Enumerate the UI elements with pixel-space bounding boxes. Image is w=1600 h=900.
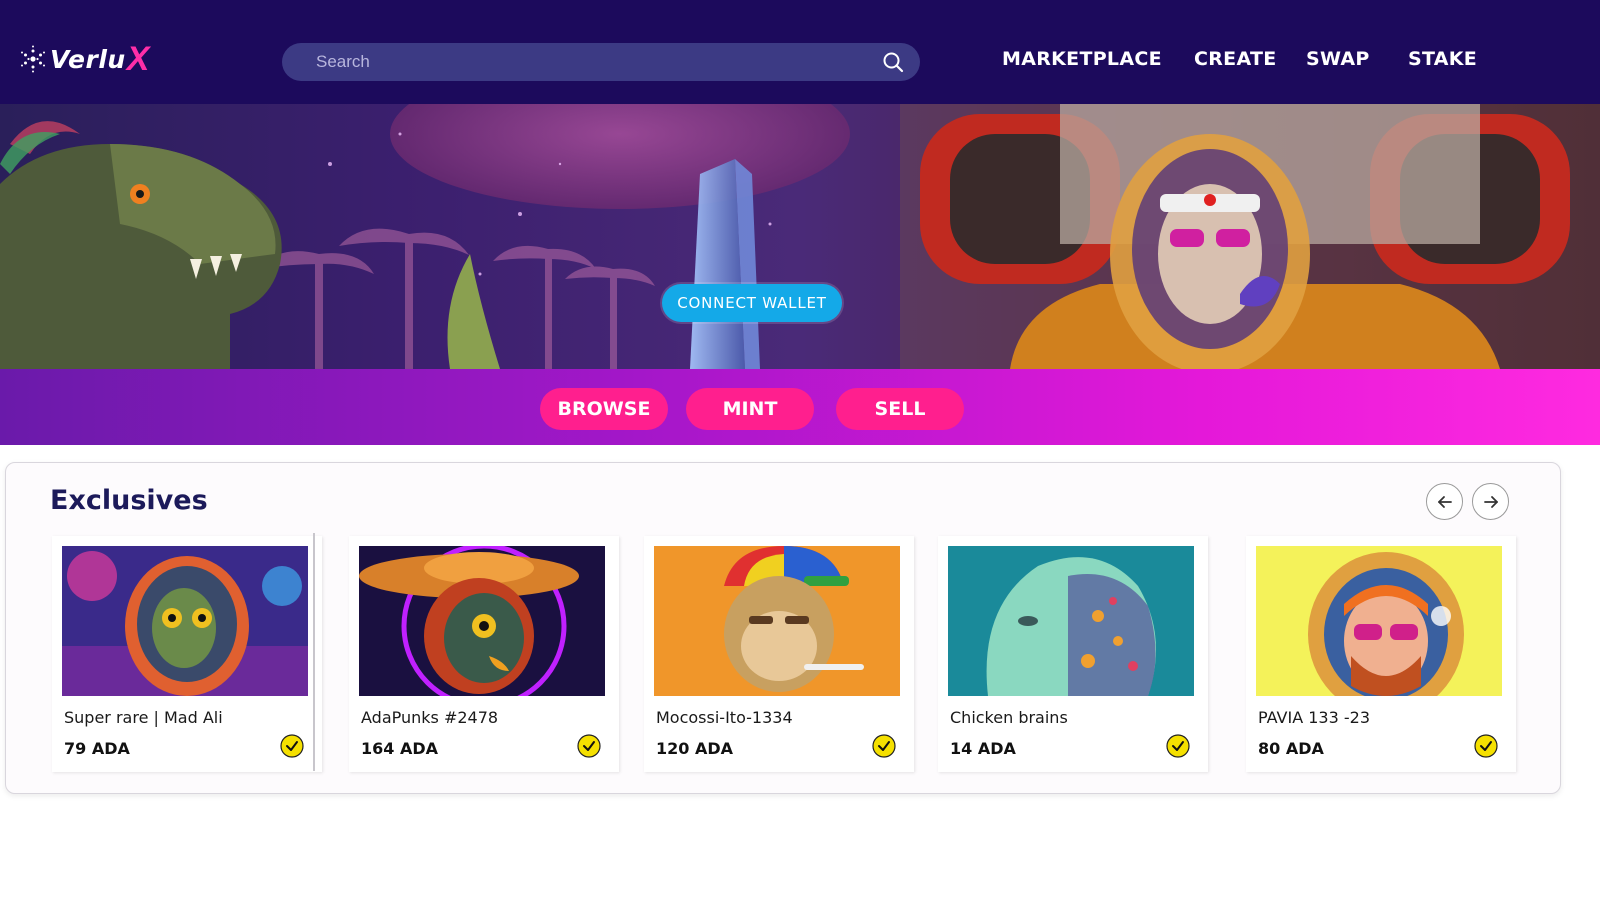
brand-accent-letter: X	[126, 40, 150, 78]
nft-price: 80 ADA	[1258, 739, 1324, 758]
arrow-left-icon	[1437, 495, 1452, 508]
nft-image	[359, 546, 605, 696]
nft-card[interactable]: Chicken brains 14 ADA	[938, 536, 1208, 772]
nft-price: 79 ADA	[64, 739, 130, 758]
verified-check-icon	[280, 734, 304, 758]
nft-name: PAVIA 133 -23	[1258, 708, 1370, 727]
mint-button[interactable]: MINT	[686, 388, 814, 430]
arrow-right-icon	[1483, 495, 1498, 508]
sell-button[interactable]: SELL	[836, 388, 964, 430]
hero-artwork	[0, 104, 1600, 369]
nft-price: 120 ADA	[656, 739, 734, 758]
connect-wallet-button[interactable]: CONNECT WALLET	[662, 284, 842, 322]
verified-check-icon	[1474, 734, 1498, 758]
verified-check-icon	[577, 734, 601, 758]
nft-price: 164 ADA	[361, 739, 439, 758]
nav-marketplace[interactable]: MARKETPLACE	[1002, 48, 1162, 70]
prev-arrow-button[interactable]	[1426, 483, 1463, 520]
nft-card[interactable]: Super rare | Mad Ali 79 ADA	[52, 536, 322, 772]
nft-name: Mocossi-Ito-1334	[656, 708, 793, 727]
search-icon[interactable]	[882, 51, 904, 73]
nav-stake[interactable]: STAKE	[1408, 48, 1477, 70]
nft-name: AdaPunks #2478	[361, 708, 499, 727]
brand-name: Verlu	[50, 44, 126, 74]
nft-image	[948, 546, 1194, 696]
nft-image	[654, 546, 900, 696]
cardano-logo-icon	[21, 45, 45, 73]
nav-create[interactable]: CREATE	[1194, 48, 1277, 70]
exclusives-panel: Exclusives Super rare | Mad Ali 79 ADA A…	[5, 462, 1561, 794]
verified-check-icon	[1166, 734, 1190, 758]
nft-card[interactable]: AdaPunks #2478 164 ADA	[349, 536, 619, 772]
brand-logo[interactable]: Verlu X	[18, 34, 149, 84]
nft-name: Super rare | Mad Ali	[64, 708, 223, 727]
nft-image	[1256, 546, 1502, 696]
nft-card[interactable]: Mocossi-Ito-1334 120 ADA	[644, 536, 914, 772]
verified-check-icon	[872, 734, 896, 758]
nav-swap[interactable]: SWAP	[1306, 48, 1370, 70]
browse-button[interactable]: BROWSE	[540, 388, 668, 430]
hero-banner: CONNECT WALLET	[0, 104, 1600, 369]
action-bar: BROWSE MINT SELL	[0, 369, 1600, 445]
nft-image	[62, 546, 308, 696]
top-navbar: Verlu X MARKETPLACE CREATE SWAP STAKE	[0, 0, 1600, 104]
next-arrow-button[interactable]	[1472, 483, 1509, 520]
nft-name: Chicken brains	[950, 708, 1068, 727]
search-input[interactable]	[316, 43, 836, 81]
search-bar[interactable]	[282, 43, 920, 81]
exclusives-title: Exclusives	[50, 485, 208, 516]
nft-price: 14 ADA	[950, 739, 1016, 758]
nft-card[interactable]: PAVIA 133 -23 80 ADA	[1246, 536, 1516, 772]
card-divider	[313, 533, 315, 771]
